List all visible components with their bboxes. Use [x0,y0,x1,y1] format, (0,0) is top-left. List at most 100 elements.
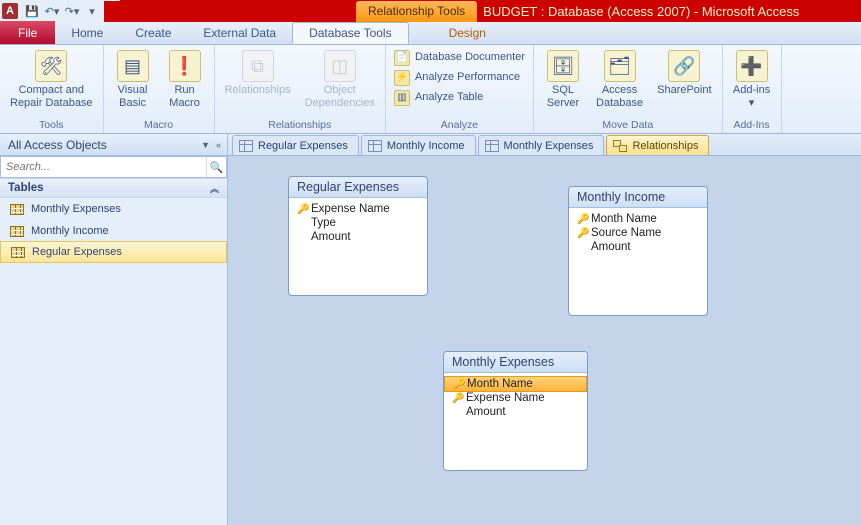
undo-icon[interactable]: ↶▾ [42,2,62,20]
analyze-perf-icon: ⚡ [394,70,410,86]
tab-home[interactable]: Home [55,22,119,44]
sharepoint-button[interactable]: 🔗SharePoint [653,48,715,97]
nav-item-monthly-income[interactable]: Monthly Income [0,220,227,242]
field-amount[interactable]: Amount [444,405,587,419]
db-documenter-button[interactable]: 📄Database Documenter [392,48,527,68]
table-icon [485,140,499,152]
field-source-name[interactable]: 🔑Source Name [569,226,707,240]
addins-button[interactable]: ➕Add-ins▾ [729,48,775,109]
search-icon[interactable]: 🔍 [206,157,226,177]
run-macro-button[interactable]: ❗RunMacro [162,48,208,109]
doc-tab-regular-expenses[interactable]: Regular Expenses [232,135,359,155]
compact-repair-button[interactable]: 🛠Compact andRepair Database [6,48,97,109]
field-label: Amount [466,406,506,418]
tab-create[interactable]: Create [119,22,187,44]
ribbon-group-add-ins: ➕Add-ins▾ Add-Ins [723,45,782,133]
visual-basic-label2: Basic [119,97,146,110]
analyze-table-button[interactable]: ▥Analyze Table [392,88,527,108]
field-month-name[interactable]: 🔑 Month Name [569,212,707,226]
field-amount[interactable]: Amount [569,240,707,254]
group-label: Tools [6,117,97,133]
key-icon: 🔑 [577,214,587,225]
field-expense-name[interactable]: 🔑Expense Name [444,391,587,405]
nav-header[interactable]: All Access Objects ▼ « [0,134,227,156]
nav-item-regular-expenses[interactable]: Regular Expenses [0,241,227,263]
field-label: Expense Name [311,203,390,215]
doc-tab-monthly-income[interactable]: Monthly Income [361,135,476,155]
sql-server-button[interactable]: 🗄SQLServer [540,48,586,109]
table-title[interactable]: Monthly Income [569,187,707,208]
field-label: Amount [311,231,351,243]
table-monthly-income[interactable]: Monthly Income 🔑 Month Name🔑Source NameAmo… [568,186,708,316]
group-label: Move Data [540,117,716,133]
context-tab-header: Relationship Tools [356,1,477,22]
field-label: Type [311,217,336,229]
access-db-button[interactable]: 🗂AccessDatabase [592,48,647,109]
visual-basic-icon: ▤ [117,50,149,82]
table-icon [239,140,253,152]
table-icon [10,204,24,215]
tab-database-tools[interactable]: Database Tools [292,22,409,44]
app-icon[interactable]: A [2,3,18,19]
save-icon[interactable]: 💾 [22,2,42,20]
file-tab[interactable]: File [0,21,55,44]
doc-tab-label: Monthly Income [387,140,465,152]
compact-repair-icon: 🛠 [35,50,67,82]
table-icon [11,247,25,258]
collapse-group-icon[interactable]: ︽ [210,182,219,195]
relationships-canvas[interactable]: Regular Expenses🔑Expense NameTypeAmountM… [228,156,861,525]
redo-icon[interactable]: ↷▾ [62,2,82,20]
nav-group-tables[interactable]: Tables ︽ [0,178,227,198]
field-label: Month Name [467,378,533,390]
search-input[interactable] [1,157,206,177]
nav-dropdown-icon[interactable]: ▼ [201,140,210,150]
tab-external-data[interactable]: External Data [187,22,292,44]
key-icon: 🔑 [297,204,307,215]
access-db-label2: Database [596,97,643,110]
doc-tab-label: Regular Expenses [258,140,348,152]
group-label: Macro [110,117,208,133]
document-area: Regular Expenses Monthly Income Monthly Ex… [228,134,861,525]
tab-design[interactable]: Design [433,22,502,44]
object-dependencies-label2: Dependencies [305,97,375,110]
field-amount[interactable]: Amount [289,230,427,244]
compact-repair-label2: Repair Database [10,97,93,110]
sql-server-label2: Server [547,97,579,110]
doc-tab-relationships[interactable]: Relationships [606,135,709,155]
sharepoint-label: SharePoint [657,84,711,97]
group-label: Analyze [392,117,527,133]
field-label: Month Name [591,213,657,225]
nav-header-title: All Access Objects [8,138,107,152]
relationships-icon [613,140,627,152]
table-title[interactable]: Regular Expenses [289,177,427,198]
table-monthly-expenses[interactable]: Monthly Expenses 🔑 Month Name🔑Expense Name… [443,351,588,471]
run-macro-icon: ❗ [169,50,201,82]
nav-collapse-icon[interactable]: « [216,140,221,150]
navigation-pane: All Access Objects ▼ « 🔍 Tables ︽ Monthl… [0,134,228,525]
access-db-label: Access [602,84,637,97]
ribbon-group-macro: ▤VisualBasic❗RunMacro Macro [104,45,215,133]
doc-tab-monthly-expenses[interactable]: Monthly Expenses [478,135,605,155]
object-dependencies-icon: ◫ [324,50,356,82]
nav-search: 🔍 [0,156,227,178]
table-regular-expenses[interactable]: Regular Expenses 🔑 Expense Name Type Amount [288,176,428,296]
qat-customize-icon[interactable]: ▾ [82,2,102,20]
nav-item-label: Monthly Income [31,225,109,237]
ribbon-group-tools: 🛠Compact andRepair Database Tools [0,45,104,133]
relationships-button: ⧉Relationships [221,48,295,97]
field-month-name[interactable]: 🔑 Month Name [444,376,587,392]
analyze-table-label: Analyze Table [415,90,483,105]
field-type[interactable]: Type [289,216,427,230]
group-label: Relationships [221,117,379,133]
nav-item-label: Monthly Expenses [31,203,121,215]
key-icon: 🔑 [453,379,463,390]
analyze-perf-button[interactable]: ⚡Analyze Performance [392,68,527,88]
table-title[interactable]: Monthly Expenses [444,352,587,373]
nav-item-monthly-expenses[interactable]: Monthly Expenses [0,198,227,220]
doc-tab-label: Relationships [632,140,698,152]
visual-basic-button[interactable]: ▤VisualBasic [110,48,156,109]
group-label: Add-Ins [729,117,775,133]
field-label: Source Name [591,227,661,239]
addins-label2: ▾ [749,97,755,110]
field-expense-name[interactable]: 🔑 Expense Name [289,202,427,216]
